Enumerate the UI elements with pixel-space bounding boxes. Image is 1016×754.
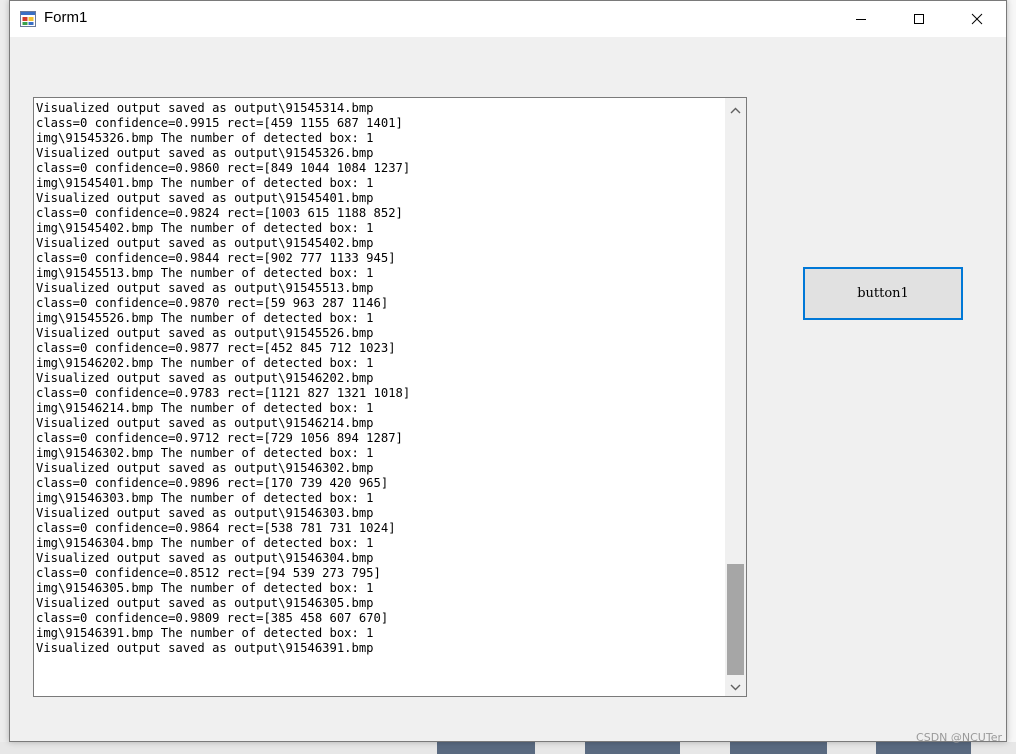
background-thumbnail — [730, 742, 827, 754]
output-line: class=0 confidence=0.9860 rect=[849 1044… — [36, 161, 411, 175]
output-line: class=0 confidence=0.9844 rect=[902 777 … — [36, 251, 396, 265]
output-line: img\91546305.bmp The number of detected … — [36, 581, 374, 595]
scroll-thumb[interactable] — [727, 564, 744, 675]
output-line: img\91546302.bmp The number of detected … — [36, 446, 374, 460]
output-line: Visualized output saved as output\915453… — [36, 101, 374, 115]
output-line: class=0 confidence=0.9915 rect=[459 1155… — [36, 116, 403, 130]
output-line: img\91546303.bmp The number of detected … — [36, 491, 374, 505]
output-line: Visualized output saved as output\915453… — [36, 146, 374, 160]
output-line: img\91546304.bmp The number of detected … — [36, 536, 374, 550]
output-line: Visualized output saved as output\915463… — [36, 506, 374, 520]
output-line: class=0 confidence=0.9870 rect=[59 963 2… — [36, 296, 389, 310]
output-line: Visualized output saved as output\915454… — [36, 191, 374, 205]
button1[interactable]: button1 — [803, 267, 963, 320]
background-window-left-edge — [0, 0, 9, 754]
minimize-icon — [855, 10, 867, 29]
output-line: Visualized output saved as output\915463… — [36, 641, 374, 655]
background-thumbnail — [585, 742, 680, 754]
output-line: img\91545402.bmp The number of detected … — [36, 221, 374, 235]
form1-window: Form1 Visualized output saved as output\… — [9, 0, 1007, 742]
watermark: CSDN @NCUTer — [916, 731, 1002, 744]
app-icon[interactable] — [20, 11, 36, 27]
maximize-button[interactable] — [890, 1, 948, 37]
output-line: img\91546391.bmp The number of detected … — [36, 626, 374, 640]
output-line: Visualized output saved as output\915463… — [36, 596, 374, 610]
scroll-down-button[interactable] — [725, 675, 746, 696]
output-line: img\91545513.bmp The number of detected … — [36, 266, 374, 280]
output-line: class=0 confidence=0.9783 rect=[1121 827… — [36, 386, 411, 400]
output-lines: Visualized output saved as output\915453… — [36, 101, 410, 656]
output-line: class=0 confidence=0.9712 rect=[729 1056… — [36, 431, 403, 445]
output-line: img\91545326.bmp The number of detected … — [36, 131, 374, 145]
maximize-icon — [913, 10, 925, 29]
close-button[interactable] — [948, 1, 1006, 37]
output-line: Visualized output saved as output\915463… — [36, 551, 374, 565]
output-line: class=0 confidence=0.9809 rect=[385 458 … — [36, 611, 389, 625]
output-line: img\91546202.bmp The number of detected … — [36, 356, 374, 370]
background-window-bottom-edge — [0, 742, 1016, 754]
output-line: img\91545401.bmp The number of detected … — [36, 176, 374, 190]
scroll-up-button[interactable] — [725, 98, 746, 119]
output-line: class=0 confidence=0.9877 rect=[452 845 … — [36, 341, 396, 355]
minimize-button[interactable] — [832, 1, 890, 37]
title-bar[interactable]: Form1 — [10, 1, 1006, 37]
output-line: Visualized output saved as output\915462… — [36, 416, 374, 430]
close-icon — [971, 10, 983, 29]
output-line: class=0 confidence=0.8512 rect=[94 539 2… — [36, 566, 381, 580]
output-textbox[interactable]: Visualized output saved as output\915453… — [33, 97, 747, 697]
background-thumbnail — [437, 742, 535, 754]
output-line: Visualized output saved as output\915454… — [36, 236, 374, 250]
output-line: Visualized output saved as output\915462… — [36, 371, 374, 385]
output-line: Visualized output saved as output\915455… — [36, 326, 374, 340]
output-line: Visualized output saved as output\915463… — [36, 461, 374, 475]
output-line: img\91546214.bmp The number of detected … — [36, 401, 374, 415]
output-line: img\91545526.bmp The number of detected … — [36, 311, 374, 325]
chevron-down-icon — [730, 676, 741, 695]
chevron-up-icon — [730, 99, 741, 118]
output-line: Visualized output saved as output\915455… — [36, 281, 374, 295]
output-line: class=0 confidence=0.9864 rect=[538 781 … — [36, 521, 396, 535]
background-window-right-edge — [1007, 0, 1016, 754]
vertical-scrollbar[interactable] — [725, 98, 746, 696]
window-title: Form1 — [44, 9, 88, 26]
output-line: class=0 confidence=0.9824 rect=[1003 615… — [36, 206, 403, 220]
output-line: class=0 confidence=0.9896 rect=[170 739 … — [36, 476, 389, 490]
